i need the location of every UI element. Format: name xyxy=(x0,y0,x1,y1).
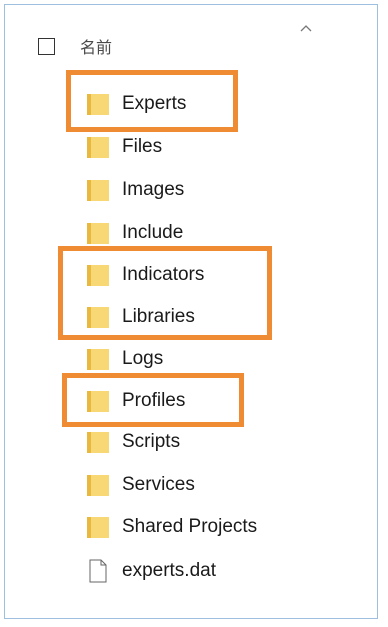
highlight-box-experts xyxy=(66,70,238,132)
folder-icon xyxy=(87,517,109,538)
chevron-up-icon[interactable] xyxy=(300,24,312,32)
list-item-label: Shared Projects xyxy=(122,516,258,537)
list-item-label: experts.dat xyxy=(122,560,216,581)
list-item-include[interactable]: Include xyxy=(86,217,183,249)
folder-icon xyxy=(87,223,109,244)
list-item-label: Services xyxy=(122,474,195,495)
folder-icon xyxy=(87,349,109,370)
list-item-label: Scripts xyxy=(122,431,181,452)
folder-icon xyxy=(87,432,109,453)
list-item-label: Include xyxy=(122,222,184,243)
list-item-label: Logs xyxy=(122,348,164,369)
list-item-images[interactable]: Images xyxy=(86,174,184,206)
list-item-services[interactable]: Services xyxy=(86,469,195,501)
highlight-box-profiles xyxy=(62,373,244,427)
list-item-experts-dat[interactable]: experts.dat xyxy=(86,555,216,587)
list-item-files[interactable]: Files xyxy=(86,131,162,163)
list-item-logs[interactable]: Logs xyxy=(86,343,163,375)
select-all-checkbox[interactable] xyxy=(38,37,55,55)
folder-icon xyxy=(87,137,109,158)
column-header: 名前 xyxy=(38,35,112,57)
highlight-box-indicators-libraries xyxy=(58,246,272,340)
file-icon xyxy=(89,559,107,583)
folder-icon xyxy=(87,180,109,201)
list-item-scripts[interactable]: Scripts xyxy=(86,426,180,458)
list-item-label: Files xyxy=(122,136,163,157)
folder-icon xyxy=(87,475,109,496)
column-header-name[interactable]: 名前 xyxy=(80,34,112,58)
list-item-shared-projects[interactable]: Shared Projects xyxy=(86,511,257,543)
list-item-label: Images xyxy=(122,179,185,200)
